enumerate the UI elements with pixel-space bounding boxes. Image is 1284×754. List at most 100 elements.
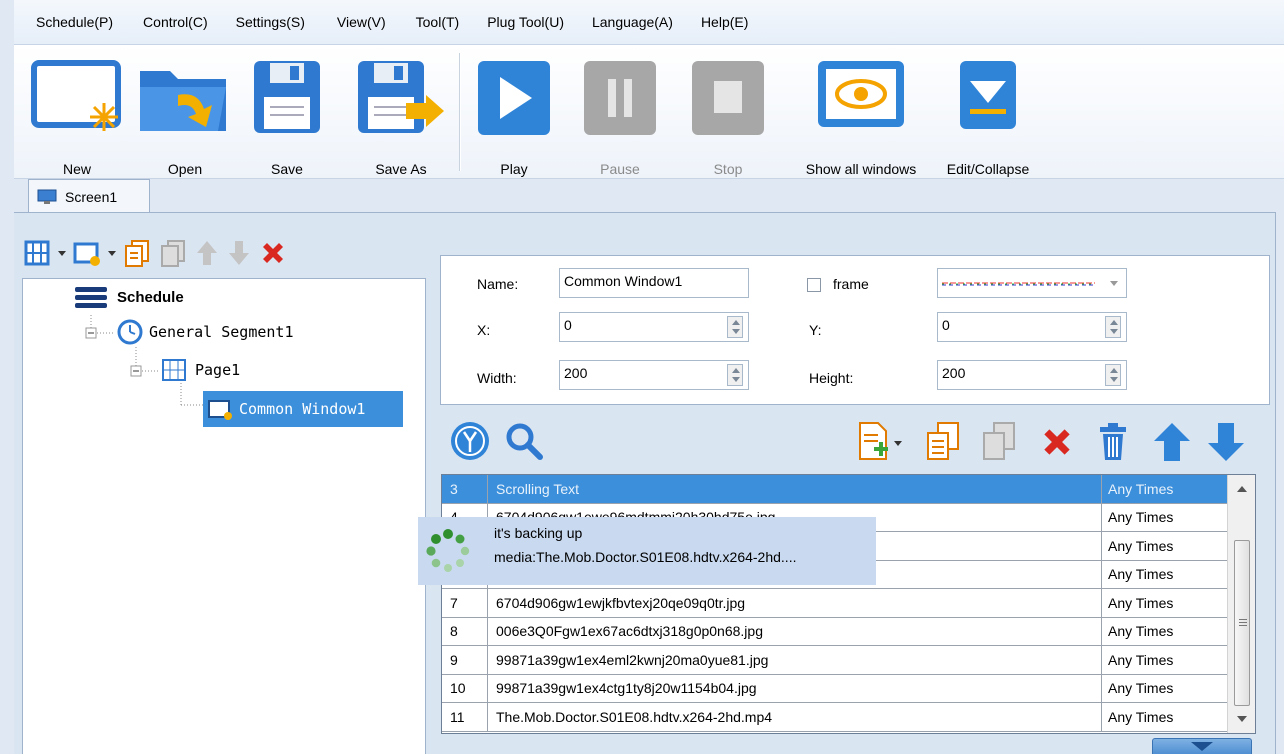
show-all-windows-button[interactable]: Show all windows bbox=[806, 57, 916, 177]
width-stepper[interactable] bbox=[727, 364, 743, 386]
scroll-down-icon[interactable] bbox=[1237, 716, 1247, 722]
row-play-times: Any Times bbox=[1108, 509, 1174, 526]
film-strip-icon[interactable] bbox=[22, 238, 52, 268]
new-button[interactable]: New bbox=[30, 57, 124, 177]
height-label: Height: bbox=[809, 370, 854, 386]
row-index: 7 bbox=[442, 589, 488, 617]
copy-icon[interactable] bbox=[122, 238, 152, 268]
height-field[interactable]: 200 bbox=[937, 360, 1127, 390]
table-row[interactable]: 3 Scrolling Text Any Times bbox=[442, 475, 1227, 504]
tree-node-segment[interactable]: General Segment1 bbox=[117, 319, 294, 345]
scrollbar-thumb[interactable] bbox=[1234, 540, 1250, 706]
row-play-times: Any Times bbox=[1108, 680, 1174, 697]
frame-checkbox[interactable] bbox=[807, 278, 821, 292]
menu-bar: Schedule(P) Control(C) Settings(S) View(… bbox=[14, 0, 1284, 45]
pause-button[interactable]: Pause bbox=[582, 57, 658, 177]
new-icon bbox=[30, 57, 124, 139]
stop-button[interactable]: Stop bbox=[690, 57, 766, 177]
grip-icon bbox=[1239, 619, 1247, 626]
delete-icon[interactable] bbox=[258, 238, 288, 268]
schedule-list-icon bbox=[75, 287, 107, 308]
row-play-times: Any Times bbox=[1108, 537, 1174, 554]
move-down-icon[interactable] bbox=[226, 238, 252, 268]
move-down-icon[interactable] bbox=[1206, 421, 1246, 463]
menu-language[interactable]: Language(A) bbox=[592, 14, 673, 30]
tree-label-segment: General Segment1 bbox=[149, 323, 294, 341]
menu-view[interactable]: View(V) bbox=[337, 14, 386, 30]
dropdown-arrow-icon[interactable] bbox=[58, 250, 66, 256]
tree-node-window[interactable]: Common Window1 bbox=[203, 391, 403, 427]
table-row[interactable]: 7 6704d906gw1ewjkfbvtexj20qe09q0tr.jpg Any… bbox=[442, 589, 1227, 618]
backup-status-text: it's backing up bbox=[494, 525, 583, 541]
menu-schedule[interactable]: Schedule(P) bbox=[36, 14, 113, 30]
edit-collapse-button[interactable]: Edit/Collapse bbox=[947, 57, 1029, 177]
row-play-times: Any Times bbox=[1108, 594, 1174, 611]
paste-icon[interactable] bbox=[980, 421, 1018, 463]
vertical-scrollbar[interactable] bbox=[1227, 475, 1255, 733]
row-play-times: Any Times bbox=[1108, 566, 1174, 583]
stop-icon bbox=[690, 57, 766, 139]
paste-icon[interactable] bbox=[158, 238, 188, 268]
delete-icon[interactable] bbox=[1038, 423, 1076, 461]
name-label: Name: bbox=[477, 276, 519, 292]
y-label: Y: bbox=[809, 322, 822, 338]
x-stepper[interactable] bbox=[727, 316, 743, 338]
chevron-down-icon bbox=[1110, 281, 1118, 286]
menu-settings[interactable]: Settings(S) bbox=[236, 14, 305, 30]
trash-icon[interactable] bbox=[1096, 421, 1130, 463]
menu-tool[interactable]: Tool(T) bbox=[416, 14, 460, 30]
scroll-up-icon[interactable] bbox=[1237, 486, 1247, 492]
play-button[interactable]: Play bbox=[476, 57, 552, 177]
tree-label-page: Page1 bbox=[195, 361, 241, 379]
table-row[interactable]: 9 99871a39gw1ex4eml2kwnj20ma0yue81.jpg Any… bbox=[442, 646, 1227, 675]
row-media-name: 6704d906gw1ewjkfbvtexj20qe09q0tr.jpg bbox=[488, 589, 1102, 617]
save-as-button[interactable]: Save As bbox=[356, 57, 446, 177]
copy-icon[interactable] bbox=[924, 421, 962, 463]
x-field[interactable]: 0 bbox=[559, 312, 749, 342]
timer-icon[interactable] bbox=[448, 419, 492, 463]
open-button[interactable]: Open bbox=[138, 57, 232, 177]
width-field[interactable]: 200 bbox=[559, 360, 749, 390]
show-all-windows-label: Show all windows bbox=[805, 161, 917, 177]
name-field[interactable]: Common Window1 bbox=[559, 268, 749, 298]
save-label: Save bbox=[271, 161, 303, 177]
table-row[interactable]: 11 The.Mob.Doctor.S01E08.hdtv.x264-2hd.mp… bbox=[442, 703, 1227, 732]
frame-style-select[interactable] bbox=[937, 268, 1127, 298]
move-up-icon[interactable] bbox=[194, 238, 220, 268]
table-row[interactable]: 10 99871a39gw1ex4ctg1ty8j20w1154b04.jpg An… bbox=[442, 674, 1227, 703]
add-media-icon[interactable] bbox=[856, 421, 892, 461]
save-as-icon bbox=[356, 57, 446, 139]
y-field[interactable]: 0 bbox=[937, 312, 1127, 342]
folder-open-icon bbox=[138, 57, 232, 139]
edit-collapse-label: Edit/Collapse bbox=[946, 161, 1030, 177]
main-toolbar: New Open Save Save As Play Pause Stop Sh… bbox=[14, 45, 1284, 179]
tab-screen1[interactable]: Screen1 bbox=[28, 179, 150, 213]
move-up-icon[interactable] bbox=[1152, 421, 1192, 463]
save-button[interactable]: Save bbox=[252, 57, 322, 177]
floppy-disk-icon bbox=[252, 57, 322, 139]
collapse-panel-button[interactable] bbox=[1152, 738, 1252, 754]
row-media-name: 99871a39gw1ex4ctg1ty8j20w1154b04.jpg bbox=[488, 674, 1102, 702]
collapse-icon bbox=[958, 57, 1018, 139]
tree-node-page[interactable]: Page1 bbox=[161, 357, 240, 383]
backup-media-text: media:The.Mob.Doctor.S01E08.hdtv.x264-2h… bbox=[494, 549, 797, 565]
clock-icon bbox=[117, 319, 143, 345]
y-stepper[interactable] bbox=[1105, 316, 1121, 338]
menu-help[interactable]: Help(E) bbox=[701, 14, 748, 30]
row-media-name: The.Mob.Doctor.S01E08.hdtv.x264-2hd.mp4 bbox=[488, 703, 1102, 731]
dropdown-arrow-icon[interactable] bbox=[894, 441, 902, 446]
row-play-times: Any Times bbox=[1108, 651, 1174, 668]
tree-node-schedule[interactable]: Schedule bbox=[75, 285, 184, 309]
row-play-times: Any Times bbox=[1108, 623, 1174, 640]
pause-label: Pause bbox=[600, 161, 640, 177]
height-stepper[interactable] bbox=[1105, 364, 1121, 386]
row-index: 3 bbox=[442, 475, 488, 503]
dropdown-arrow-icon[interactable] bbox=[108, 250, 116, 256]
menu-control[interactable]: Control(C) bbox=[143, 14, 208, 30]
search-icon[interactable] bbox=[504, 421, 544, 461]
add-window-icon[interactable] bbox=[72, 238, 102, 268]
menu-plug-tool[interactable]: Plug Tool(U) bbox=[487, 14, 564, 30]
tree-label-schedule: Schedule bbox=[117, 288, 184, 306]
table-row[interactable]: 8 006e3Q0Fgw1ex67ac6dtxj318g0p0n68.jpg Any… bbox=[442, 617, 1227, 646]
play-icon bbox=[476, 57, 552, 139]
